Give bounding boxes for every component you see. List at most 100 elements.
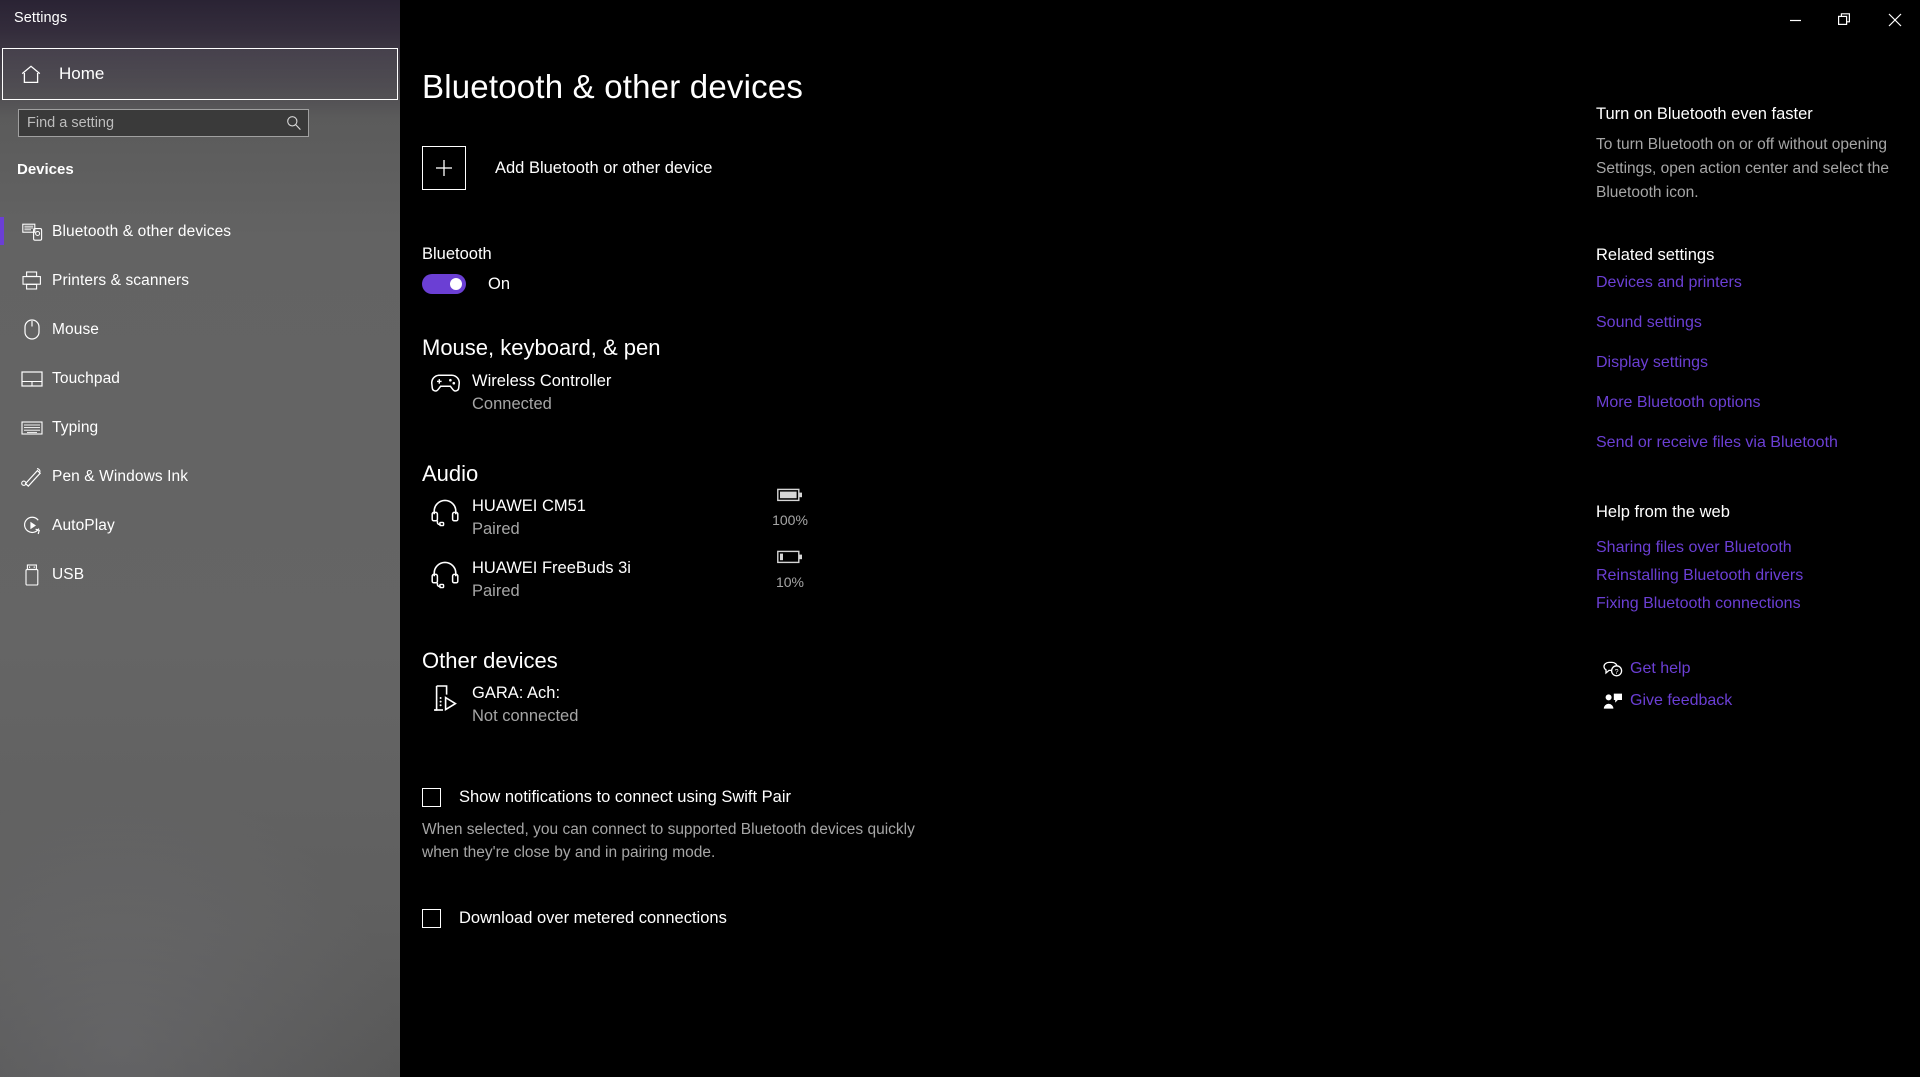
battery-indicator-huawei-freebuds-3i: 10% — [760, 550, 820, 590]
add-device-button[interactable]: Add Bluetooth or other device — [422, 146, 712, 190]
keyboard-icon — [12, 420, 52, 435]
sidebar-item-label: Printers & scanners — [52, 271, 190, 289]
give-feedback-link[interactable]: Give feedback — [1596, 692, 1732, 710]
sidebar-item-autoplay[interactable]: AutoPlay — [0, 501, 400, 550]
sidebar-item-bluetooth-and-other-devices[interactable]: Bluetooth & other devices — [0, 207, 400, 256]
svg-text:?: ? — [1615, 669, 1619, 676]
sidebar-item-label: Typing — [52, 418, 99, 436]
device-name: Wireless Controller — [472, 372, 612, 390]
help-link-reinstalling-drivers[interactable]: Reinstalling Bluetooth drivers — [1596, 567, 1803, 585]
device-row-huawei-cm51[interactable]: HUAWEI CM51 Paired — [422, 495, 586, 541]
title-bar: Settings — [0, 0, 1920, 40]
autoplay-icon — [12, 515, 52, 536]
related-link-send-or-receive-files[interactable]: Send or receive files via Bluetooth — [1596, 434, 1838, 452]
selection-indicator — [0, 560, 4, 588]
selection-indicator — [0, 217, 4, 245]
touchpad-icon — [12, 370, 52, 387]
selection-indicator — [0, 364, 4, 392]
search-input[interactable] — [19, 110, 280, 136]
search-box[interactable] — [18, 109, 309, 137]
minimize-icon — [1789, 19, 1801, 21]
right-panel: Turn on Bluetooth even faster To turn Bl… — [1580, 0, 1920, 1077]
mouse-icon — [12, 319, 52, 340]
sidebar-item-usb[interactable]: USB — [0, 550, 400, 599]
bluetooth-toggle-state: On — [488, 274, 511, 293]
tip-heading: Turn on Bluetooth even faster — [1596, 105, 1813, 123]
related-settings-heading: Related settings — [1596, 246, 1715, 264]
bluetooth-toggle-row: On — [422, 274, 510, 294]
maximize-button[interactable] — [1820, 0, 1870, 40]
swift-pair-checkbox-row[interactable]: Show notifications to connect using Swif… — [422, 788, 791, 807]
gamepad-icon — [422, 370, 468, 394]
swift-pair-description: When selected, you can connect to suppor… — [422, 821, 915, 861]
device-info: HUAWEI FreeBuds 3i Paired — [472, 557, 631, 603]
headset-icon — [422, 495, 468, 527]
sidebar-item-touchpad[interactable]: Touchpad — [0, 354, 400, 403]
selection-indicator — [0, 413, 4, 441]
get-help-link[interactable]: ? Get help — [1596, 660, 1690, 678]
selection-indicator — [0, 266, 4, 294]
device-name: HUAWEI CM51 — [472, 497, 586, 515]
device-status: Paired — [472, 520, 520, 538]
battery-indicator-huawei-cm51: 100% — [760, 488, 820, 528]
battery-low-icon — [777, 550, 802, 564]
device-info: GARA: Ach: Not connected — [472, 682, 578, 728]
selection-indicator — [0, 462, 4, 490]
related-link-devices-and-printers[interactable]: Devices and printers — [1596, 274, 1742, 292]
metered-connections-checkbox-row[interactable]: Download over metered connections — [422, 909, 727, 928]
device-info: HUAWEI CM51 Paired — [472, 495, 586, 541]
minimize-button[interactable] — [1770, 0, 1820, 40]
close-button[interactable] — [1870, 0, 1920, 40]
get-help-icon: ? — [1596, 660, 1630, 678]
sidebar-item-pen-and-windows-ink[interactable]: Pen & Windows Ink — [0, 452, 400, 501]
sidebar-item-printers-and-scanners[interactable]: Printers & scanners — [0, 256, 400, 305]
sidebar-item-mouse[interactable]: Mouse — [0, 305, 400, 354]
window-controls — [1770, 0, 1920, 40]
checkbox-unchecked-icon[interactable] — [422, 909, 441, 928]
selection-indicator — [0, 511, 4, 539]
pen-icon — [12, 467, 52, 487]
get-help-label: Get help — [1630, 660, 1691, 677]
bluetooth-toggle[interactable] — [422, 274, 466, 294]
device-info: Wireless Controller Connected — [472, 370, 611, 416]
main-content: Bluetooth & other devices Add Bluetooth … — [400, 0, 1580, 1077]
window-title: Settings — [14, 10, 68, 26]
related-link-display-settings[interactable]: Display settings — [1596, 354, 1708, 372]
group-heading-mouse-keyboard-pen: Mouse, keyboard, & pen — [422, 335, 661, 360]
sidebar-item-home[interactable]: Home — [2, 48, 398, 100]
sidebar-item-label: Bluetooth & other devices — [52, 222, 232, 240]
related-link-more-bluetooth-options[interactable]: More Bluetooth options — [1596, 394, 1761, 412]
device-status: Connected — [472, 395, 552, 413]
search-icon — [287, 116, 301, 130]
bluetooth-devices-icon — [12, 223, 52, 241]
give-feedback-label: Give feedback — [1630, 692, 1733, 709]
device-row-gara-ach[interactable]: GARA: Ach: Not connected — [422, 682, 578, 728]
group-heading-other-devices: Other devices — [422, 648, 558, 673]
device-row-wireless-controller[interactable]: Wireless Controller Connected — [422, 370, 611, 416]
printer-icon — [12, 271, 52, 290]
checkbox-unchecked-icon[interactable] — [422, 788, 441, 807]
sidebar-item-label: Mouse — [52, 320, 100, 338]
device-row-huawei-freebuds-3i[interactable]: HUAWEI FreeBuds 3i Paired — [422, 557, 631, 603]
sidebar: Home Devices — [0, 0, 400, 1077]
search-button[interactable] — [280, 110, 308, 136]
sidebar-nav: Bluetooth & other devices Printers & sca… — [0, 207, 400, 599]
device-status: Not connected — [472, 707, 579, 725]
sidebar-item-label: Touchpad — [52, 369, 121, 387]
selection-indicator — [0, 315, 4, 343]
help-link-fixing-connections[interactable]: Fixing Bluetooth connections — [1596, 595, 1801, 613]
sidebar-item-label: USB — [52, 565, 85, 583]
related-link-sound-settings[interactable]: Sound settings — [1596, 314, 1702, 332]
group-heading-audio: Audio — [422, 461, 479, 486]
settings-window: Settings Home Find a setting Devices Blu… — [0, 0, 1920, 1077]
sidebar-item-typing[interactable]: Typing — [0, 403, 400, 452]
device-name: GARA: Ach: — [472, 684, 561, 702]
add-device-label: Add Bluetooth or other device — [495, 158, 713, 177]
help-link-sharing-files[interactable]: Sharing files over Bluetooth — [1596, 539, 1792, 557]
restore-icon — [1838, 13, 1850, 26]
sidebar-item-label: Pen & Windows Ink — [52, 467, 189, 485]
bluetooth-label: Bluetooth — [422, 245, 492, 263]
plus-icon — [422, 146, 466, 190]
feedback-icon — [1596, 692, 1630, 710]
close-icon — [1888, 13, 1902, 27]
